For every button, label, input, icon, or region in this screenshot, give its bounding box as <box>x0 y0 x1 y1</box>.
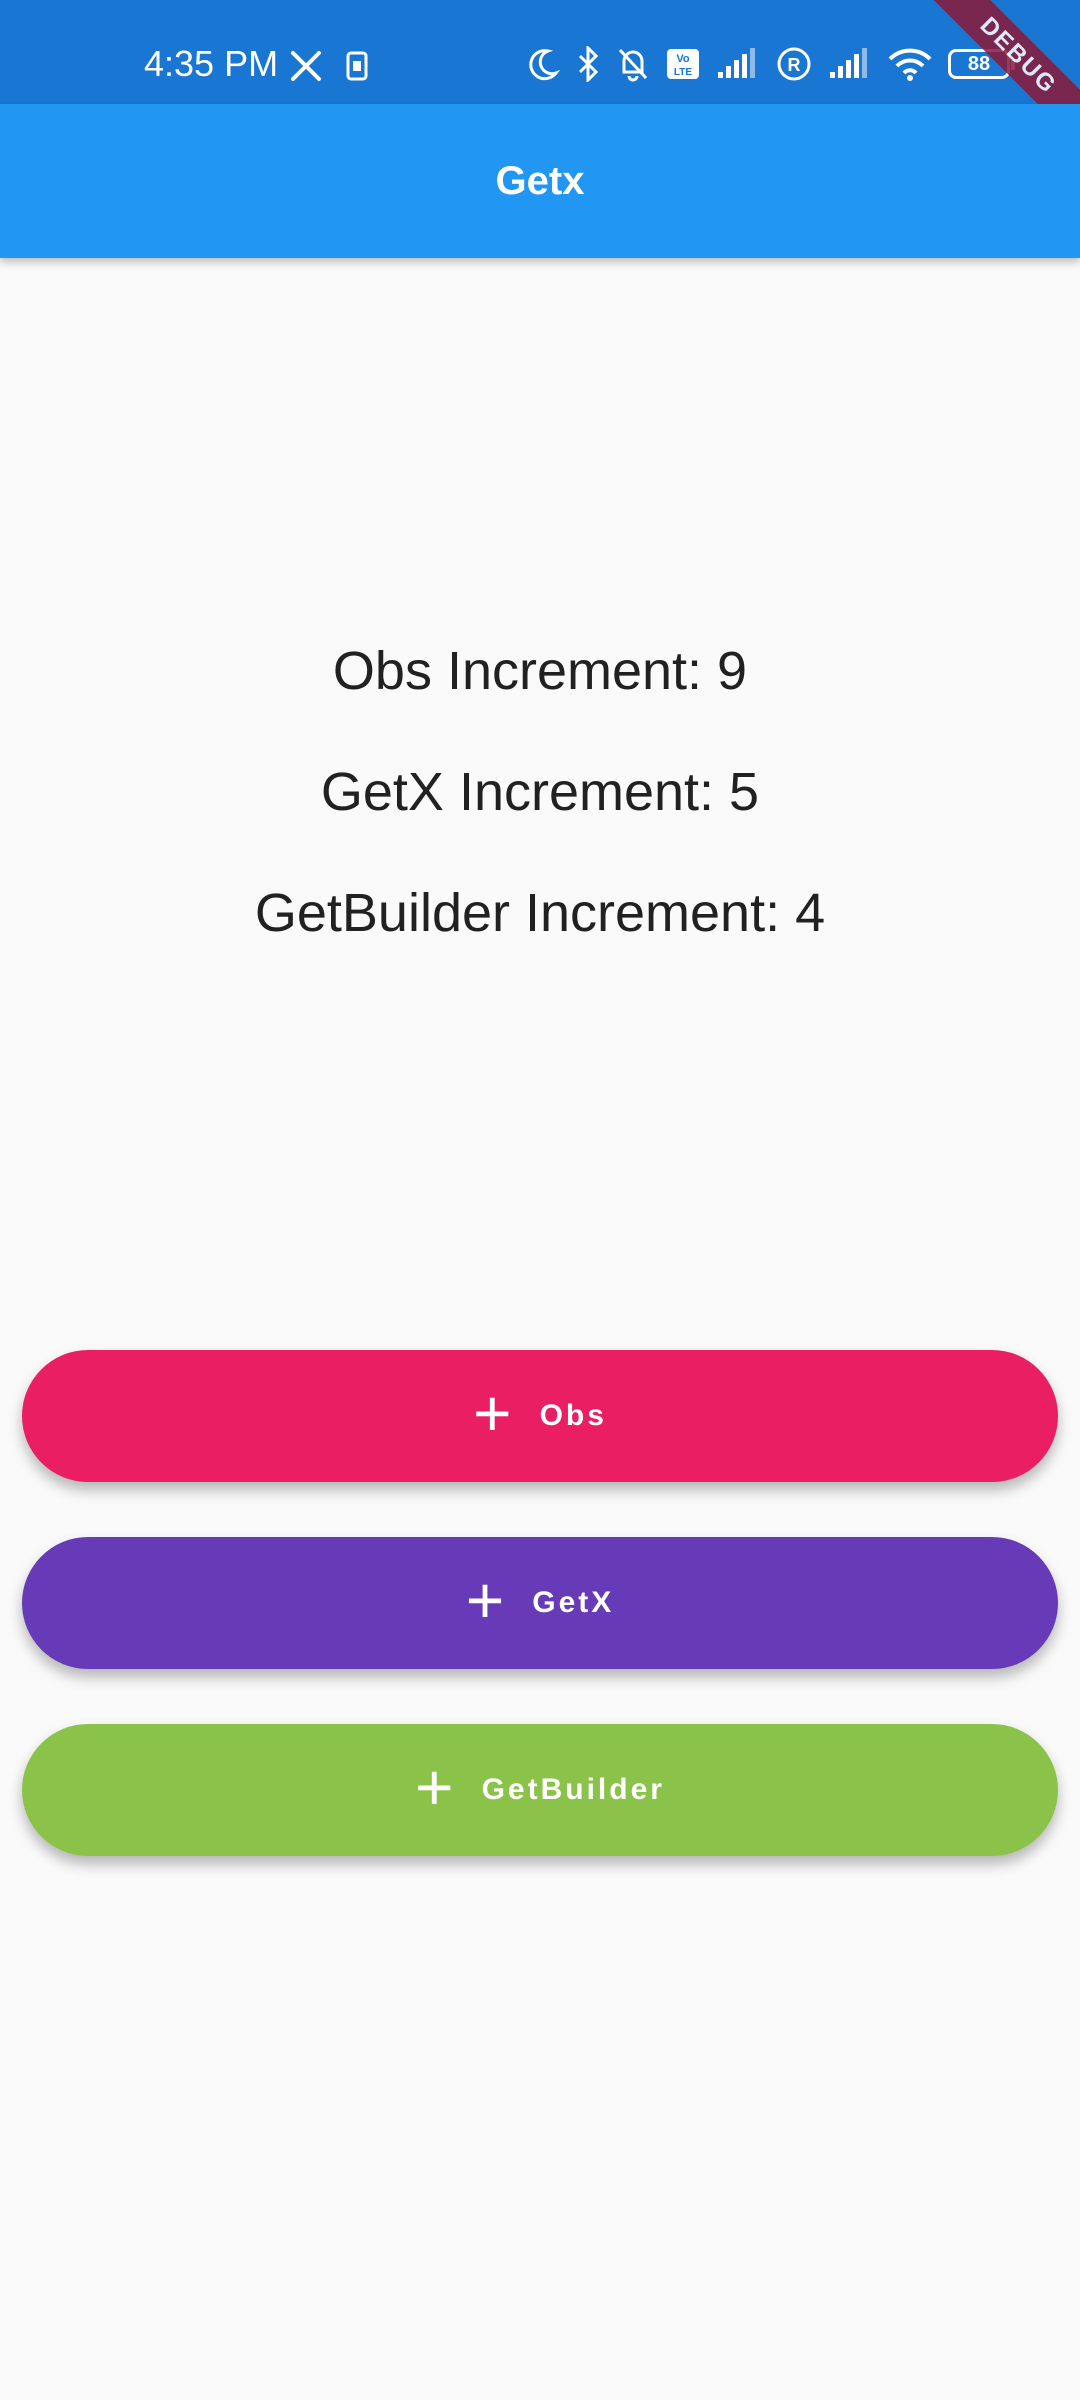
volte-icon: Vo LTE <box>666 48 700 80</box>
plus-icon: + <box>415 1750 454 1824</box>
counters: Obs Increment: 9 GetX Increment: 5 GetBu… <box>0 630 1080 993</box>
battery-level: 88 <box>967 52 991 75</box>
signal-icon <box>716 48 760 80</box>
sim-card-icon <box>346 51 368 81</box>
bluetooth-icon <box>576 46 600 82</box>
getx-button-label: GetX <box>532 1586 615 1619</box>
getbuilder-button-label: GetBuilder <box>481 1773 665 1806</box>
plus-icon: + <box>473 1376 512 1450</box>
getx-counter-text: GetX Increment: 5 <box>320 762 760 822</box>
moon-icon <box>526 47 560 81</box>
bell-off-icon <box>616 46 650 82</box>
x-icon <box>290 50 322 82</box>
svg-text:LTE: LTE <box>674 67 692 78</box>
svg-text:R: R <box>788 55 801 75</box>
plus-icon: + <box>465 1563 505 1637</box>
status-time: 4:35 PM <box>144 43 279 84</box>
getbuilder-increment-button[interactable]: + GetBuilder <box>22 1724 1058 1856</box>
status-right-icons: Vo LTE R 88 <box>526 46 1015 82</box>
registered-icon: R <box>776 46 812 82</box>
getx-increment-button[interactable]: + GetX <box>22 1537 1058 1669</box>
app-title: Getx <box>495 158 585 203</box>
obs-increment-button[interactable]: + Obs <box>22 1350 1058 1482</box>
status-left-icons <box>290 50 368 82</box>
signal-icon <box>828 48 872 80</box>
obs-button-label: Obs <box>539 1399 607 1432</box>
obs-counter-text: Obs Increment: 9 <box>332 641 748 701</box>
getbuilder-counter-text: GetBuilder Increment: 4 <box>254 883 826 943</box>
app-bar: Getx <box>0 104 1080 258</box>
svg-text:Vo: Vo <box>676 53 690 65</box>
wifi-icon <box>888 47 932 81</box>
status-bar: 4:35 PM Vo LTE R 88 DEBUG <box>0 0 1080 104</box>
